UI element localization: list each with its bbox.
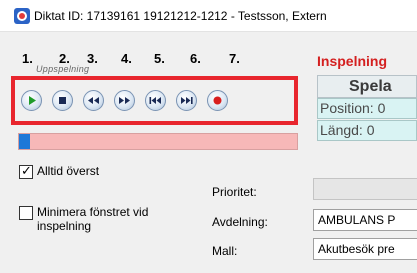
play-status-box: Spela: [317, 75, 417, 98]
play-status-label: Spela: [349, 78, 392, 95]
step-number: 4.: [121, 51, 132, 66]
always-on-top-checkbox[interactable]: ✓: [19, 163, 33, 179]
template-field[interactable]: Akutbesök pre: [313, 238, 417, 260]
playback-progress[interactable]: [18, 133, 298, 150]
always-on-top-option[interactable]: ✓ Alltid överst: [19, 164, 99, 179]
minimize-label-line2: inspelning: [37, 219, 92, 233]
length-readout: Längd: 0: [317, 120, 417, 141]
step-number: 6.: [190, 51, 201, 66]
template-label: Mall:: [212, 244, 238, 258]
minimize-on-record-checkbox[interactable]: [19, 206, 33, 220]
panel-caption: Uppspelning: [36, 64, 90, 74]
priority-field[interactable]: [313, 178, 417, 200]
progress-fill: [19, 134, 31, 149]
title-bar: Diktat ID: 17139161 19121212-1212 - Test…: [0, 0, 417, 32]
recording-title: Inspelning: [317, 53, 387, 69]
app-icon: [14, 8, 30, 24]
highlight-frame: [11, 76, 298, 125]
step-number: 7.: [229, 51, 240, 66]
department-field[interactable]: AMBULANS P: [313, 209, 417, 231]
checkmark-icon: ✓: [21, 163, 32, 178]
minimize-on-record-label: Minimera fönstret vid inspelning: [37, 205, 148, 233]
minimize-label-line1: Minimera fönstret vid: [37, 205, 149, 219]
minimize-on-record-option[interactable]: Minimera fönstret vid inspelning: [19, 205, 148, 233]
step-number: 1.: [22, 51, 33, 66]
always-on-top-label: Alltid överst: [37, 164, 100, 178]
window-title: Diktat ID: 17139161 19121212-1212 - Test…: [34, 9, 327, 23]
position-readout: Position: 0: [317, 98, 417, 119]
step-number: 5.: [154, 51, 165, 66]
department-label: Avdelning:: [212, 215, 268, 229]
priority-label: Prioritet:: [212, 185, 257, 199]
